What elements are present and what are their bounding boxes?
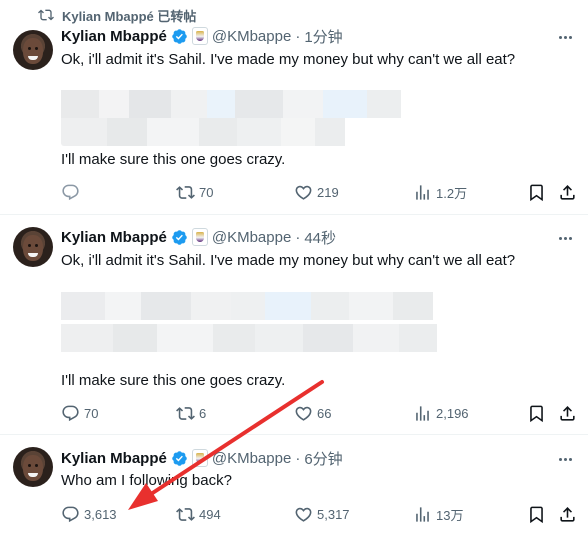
repost-icon	[176, 406, 195, 420]
heart-icon	[295, 406, 312, 421]
reply-count: 3,613	[84, 506, 117, 522]
tweet-text: I'll make sure this one goes crazy.	[61, 151, 286, 168]
bookmark-button[interactable]	[527, 503, 546, 525]
view-count: 13万	[436, 507, 464, 523]
verified-badge-icon[interactable]	[171, 450, 188, 467]
tweet-actions: 70 219 1.2万	[61, 181, 579, 203]
more-icon[interactable]	[556, 28, 574, 46]
blurred-content	[61, 286, 461, 356]
verified-badge-icon[interactable]	[171, 229, 188, 246]
separator-dot: ·	[295, 228, 301, 246]
share-button[interactable]	[558, 181, 577, 203]
author-handle[interactable]: @KMbappe	[212, 450, 291, 467]
reply-count: 70	[84, 405, 99, 421]
club-crest-icon[interactable]	[191, 228, 208, 246]
repost-button[interactable]: 6	[176, 402, 206, 424]
views-icon	[416, 506, 429, 522]
verified-badge-icon[interactable]	[171, 28, 188, 45]
bookmark-icon	[530, 405, 543, 422]
avatar[interactable]	[13, 227, 53, 267]
author-handle[interactable]: @KMbappe	[212, 229, 291, 246]
tweet-header: Kylian Mbappé @KMbappe · 44秒	[61, 227, 336, 247]
club-crest-icon[interactable]	[191, 27, 208, 45]
more-icon[interactable]	[556, 450, 574, 468]
bookmark-icon	[530, 506, 543, 523]
repost-icon	[176, 507, 195, 521]
repost-count: 494	[199, 506, 221, 522]
avatar[interactable]	[13, 447, 53, 487]
heart-icon	[295, 507, 312, 522]
tweet-text: Ok, i'll admit it's Sahil. I've made my …	[61, 51, 516, 68]
timeline: Kylian Mbappé 已转帖 Kylian Mbappé @KMbappe…	[0, 0, 588, 535]
tweet[interactable]: Kylian Mbappé @KMbappe · 1分钟 Ok, i'll ad…	[0, 0, 588, 215]
tweet[interactable]: Kylian Mbappé @KMbappe · 44秒 Ok, i'll ad…	[0, 215, 588, 435]
views-button[interactable]: 1.2万	[413, 181, 467, 203]
tweet-text: Ok, i'll admit it's Sahil. I've made my …	[61, 252, 516, 269]
reply-button[interactable]	[61, 181, 84, 203]
like-button[interactable]: 66	[294, 402, 331, 424]
tweet-header: Kylian Mbappé @KMbappe · 6分钟	[61, 448, 343, 468]
bookmark-button[interactable]	[527, 402, 546, 424]
bookmark-icon	[530, 184, 543, 201]
like-count: 5,317	[317, 506, 350, 522]
avatar[interactable]	[13, 30, 53, 70]
views-icon	[416, 405, 429, 421]
tweet-actions: 70 6 66 2,196	[61, 402, 579, 424]
repost-button[interactable]: 70	[176, 181, 213, 203]
author-name[interactable]: Kylian Mbappé	[61, 28, 167, 45]
tweet-text: I'll make sure this one goes crazy.	[61, 372, 286, 389]
reply-icon	[62, 184, 79, 200]
bookmark-button[interactable]	[527, 181, 546, 203]
reply-icon	[62, 506, 79, 522]
tweet-time[interactable]: 6分钟	[304, 448, 342, 469]
more-icon[interactable]	[556, 229, 574, 247]
separator-dot: ·	[295, 27, 301, 45]
reply-button[interactable]: 70	[61, 402, 98, 424]
view-count: 2,196	[436, 405, 469, 421]
like-button[interactable]: 219	[294, 181, 339, 203]
blurred-content	[61, 84, 441, 146]
share-icon	[560, 506, 575, 522]
tweet-text: Who am I following back?	[61, 472, 232, 489]
heart-icon	[295, 185, 312, 200]
views-button[interactable]: 13万	[413, 503, 463, 525]
share-icon	[560, 184, 575, 200]
author-name[interactable]: Kylian Mbappé	[61, 450, 167, 467]
club-crest-icon[interactable]	[191, 449, 208, 467]
views-button[interactable]: 2,196	[413, 402, 469, 424]
separator-dot: ·	[295, 449, 301, 467]
repost-icon	[176, 185, 195, 199]
repost-count: 70	[199, 184, 214, 200]
tweet-header: Kylian Mbappé @KMbappe · 1分钟	[61, 26, 343, 46]
reply-icon	[62, 405, 79, 421]
tweet-time[interactable]: 1分钟	[304, 26, 342, 47]
like-count: 219	[317, 184, 339, 200]
author-name[interactable]: Kylian Mbappé	[61, 229, 167, 246]
views-icon	[416, 184, 429, 200]
like-button[interactable]: 5,317	[294, 503, 350, 525]
repost-count: 6	[199, 405, 207, 421]
repost-button[interactable]: 494	[176, 503, 221, 525]
share-button[interactable]	[558, 402, 577, 424]
like-count: 66	[317, 405, 332, 421]
author-handle[interactable]: @KMbappe	[212, 28, 291, 45]
reply-button[interactable]: 3,613	[61, 503, 117, 525]
tweet-time[interactable]: 44秒	[304, 227, 336, 248]
tweet-actions: 3,613 494 5,317 13万	[61, 503, 579, 525]
share-button[interactable]	[558, 503, 577, 525]
view-count: 1.2万	[436, 185, 468, 201]
share-icon	[560, 405, 575, 421]
tweet[interactable]: Kylian Mbappé @KMbappe · 6分钟 Who am I fo…	[0, 435, 588, 535]
